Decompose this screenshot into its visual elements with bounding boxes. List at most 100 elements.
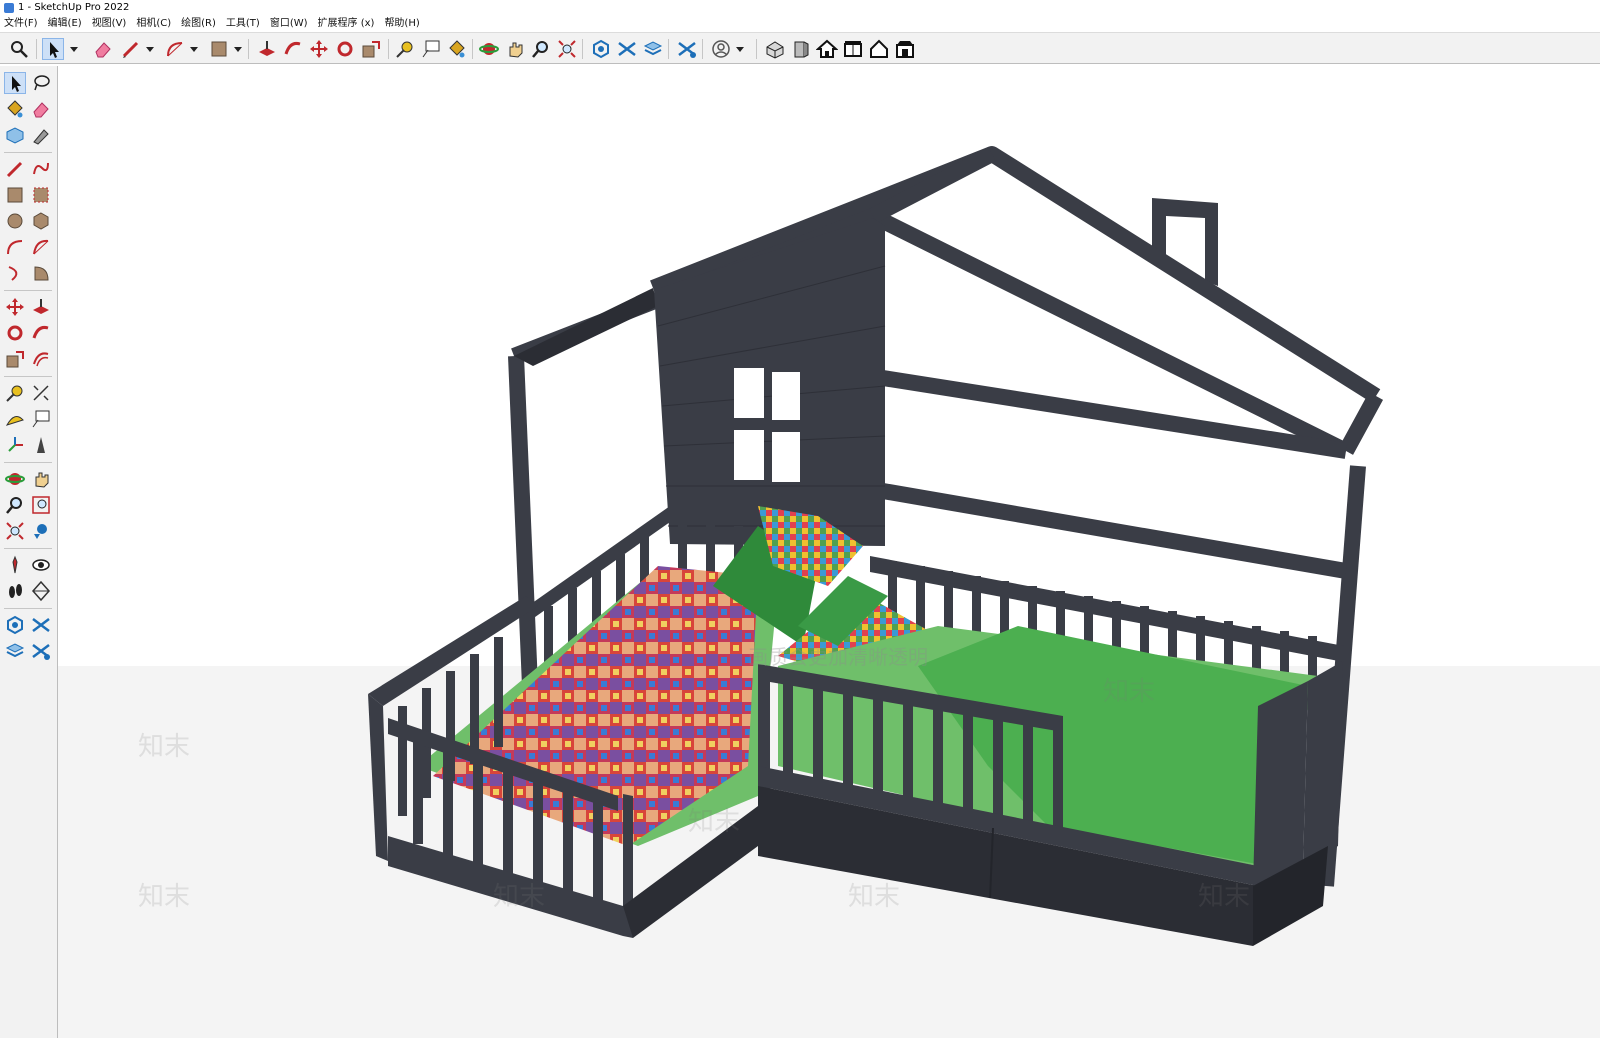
zoom-window-icon[interactable] [30, 494, 52, 516]
extension-warehouse-icon[interactable] [616, 38, 638, 60]
rotated-rectangle-icon[interactable] [30, 184, 52, 206]
walk-icon[interactable] [4, 580, 26, 602]
eraser-icon[interactable] [92, 38, 114, 60]
paint-bucket-icon[interactable] [446, 38, 468, 60]
rotate-icon[interactable] [4, 322, 26, 344]
section-plane-icon[interactable] [30, 580, 52, 602]
menu-bar: 文件(F) 编辑(E) 视图(V) 相机(C) 绘图(R) 工具(T) 窗口(W… [0, 16, 1600, 32]
polygon-icon[interactable] [30, 210, 52, 232]
bed-house-model [58, 146, 1600, 1038]
menu-help[interactable]: 帮助(H) [384, 16, 419, 32]
tape-measure-icon[interactable] [4, 382, 26, 404]
rectangle-icon[interactable] [4, 184, 26, 206]
right-view-icon[interactable] [842, 38, 864, 60]
follow-me-icon[interactable] [30, 322, 52, 344]
three-point-arc-icon[interactable] [4, 262, 26, 284]
offset-icon[interactable] [30, 348, 52, 370]
watermark-logo: 知末 [848, 882, 901, 912]
text-icon[interactable] [30, 408, 52, 430]
line-icon[interactable] [4, 158, 26, 180]
pan-icon[interactable] [504, 38, 526, 60]
chevron-down-icon[interactable] [70, 43, 78, 55]
look-around-icon[interactable] [30, 554, 52, 576]
toolbar-separator [4, 290, 52, 291]
zoom-icon[interactable] [4, 494, 26, 516]
layout-icon[interactable] [4, 640, 26, 662]
model-viewport[interactable]: 知末 知末 知末 知末 知末 知末 知末 画质会更加清晰透明 [58, 66, 1600, 1038]
watermark-logo: 知末 [1103, 677, 1156, 707]
layout-icon[interactable] [642, 38, 664, 60]
left-toolbar [0, 66, 58, 1038]
lasso-select-icon[interactable] [30, 72, 52, 94]
chevron-down-icon[interactable] [234, 43, 242, 55]
select-icon[interactable] [4, 72, 26, 94]
top-view-icon[interactable] [816, 38, 838, 60]
text-icon[interactable] [420, 38, 442, 60]
push-pull-icon[interactable] [256, 38, 278, 60]
protractor-icon[interactable] [4, 408, 26, 430]
menu-file[interactable]: 文件(F) [4, 16, 38, 32]
scale-icon[interactable] [4, 348, 26, 370]
menu-window[interactable]: 窗口(W) [270, 16, 308, 32]
watermark-logo: 知末 [138, 732, 191, 762]
extension-warehouse-icon[interactable] [30, 614, 52, 636]
zoom-extents-icon[interactable] [556, 38, 578, 60]
zoom-icon[interactable] [530, 38, 552, 60]
pencil-icon[interactable] [120, 38, 142, 60]
toolbar-separator [4, 462, 52, 463]
tape-measure-icon[interactable] [394, 38, 416, 60]
orbit-icon[interactable] [478, 38, 500, 60]
rotate-icon[interactable] [334, 38, 356, 60]
toolbar-separator [388, 39, 389, 59]
iso-view-icon[interactable] [764, 38, 786, 60]
back-view-icon[interactable] [868, 38, 890, 60]
toolbar-separator [4, 548, 52, 549]
rectangle-icon[interactable] [208, 38, 230, 60]
move-icon[interactable] [4, 296, 26, 318]
pan-icon[interactable] [30, 468, 52, 490]
eraser-icon[interactable] [30, 98, 52, 120]
follow-me-icon[interactable] [282, 38, 304, 60]
axes-icon[interactable] [4, 434, 26, 456]
menu-view[interactable]: 视图(V) [92, 16, 127, 32]
watermark-logo: 知末 [493, 882, 546, 912]
menu-camera[interactable]: 相机(C) [136, 16, 171, 32]
menu-tools[interactable]: 工具(T) [226, 16, 260, 32]
sandbox-icon[interactable] [676, 38, 698, 60]
arc-icon[interactable] [4, 236, 26, 258]
two-point-arc-icon[interactable] [30, 236, 52, 258]
orbit-icon[interactable] [4, 468, 26, 490]
toolbar-separator [668, 39, 669, 59]
position-camera-icon[interactable] [4, 554, 26, 576]
3d-text-icon[interactable] [30, 434, 52, 456]
dimension-icon[interactable] [30, 382, 52, 404]
chevron-down-icon[interactable] [736, 43, 744, 55]
freehand-icon[interactable] [30, 158, 52, 180]
warehouse-icon[interactable] [4, 614, 26, 636]
account-icon[interactable] [710, 38, 732, 60]
move-icon[interactable] [308, 38, 330, 60]
watermark-logo: 知末 [138, 882, 191, 912]
warehouse-icon[interactable] [590, 38, 612, 60]
zoom-extents-icon[interactable] [4, 520, 26, 542]
chevron-down-icon[interactable] [146, 43, 154, 55]
search-icon[interactable] [8, 38, 30, 60]
menu-draw[interactable]: 绘图(R) [181, 16, 216, 32]
paint-bucket-icon[interactable] [4, 98, 26, 120]
front-view-icon[interactable] [790, 38, 812, 60]
pie-icon[interactable] [30, 262, 52, 284]
left-view-icon[interactable] [894, 38, 916, 60]
chevron-down-icon[interactable] [190, 43, 198, 55]
tag-icon[interactable] [30, 124, 52, 146]
menu-extensions[interactable]: 扩展程序 (x) [318, 16, 375, 32]
menu-edit[interactable]: 编辑(E) [48, 16, 82, 32]
title-bar: 1 - SketchUp Pro 2022 [0, 0, 1600, 16]
scale-icon[interactable] [360, 38, 382, 60]
select-icon[interactable] [42, 38, 64, 60]
circle-icon[interactable] [4, 210, 26, 232]
sandbox-icon[interactable] [30, 640, 52, 662]
previous-view-icon[interactable] [30, 520, 52, 542]
arc-icon[interactable] [164, 38, 186, 60]
make-component-icon[interactable] [4, 124, 26, 146]
push-pull-icon[interactable] [30, 296, 52, 318]
